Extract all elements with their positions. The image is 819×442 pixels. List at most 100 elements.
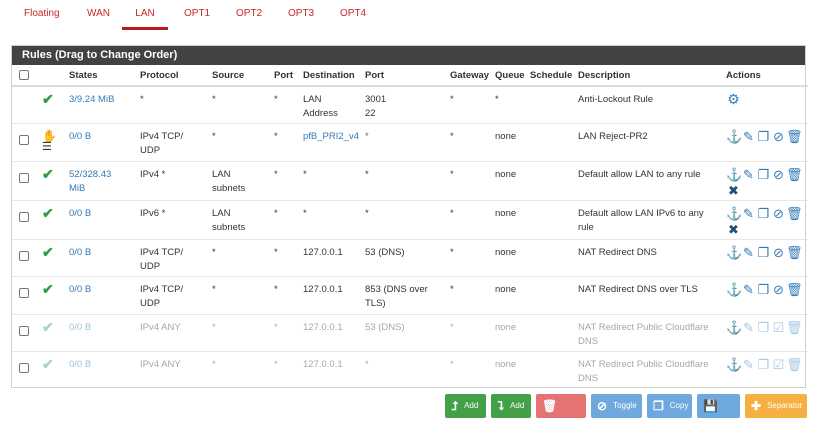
anchor-icon[interactable]: ⚓ [726, 283, 742, 296]
states-link[interactable]: 3/9.24 MiB [69, 94, 114, 105]
disable-icon[interactable]: ⊘ [771, 246, 786, 259]
dest-port-cell: 853 (DNS over TLS) [365, 276, 450, 314]
dest-port-link[interactable]: * [365, 131, 369, 142]
trash-icon[interactable]: 🗑 [786, 207, 803, 220]
save-button[interactable]: 💾Save [697, 394, 740, 434]
trash-icon[interactable]: 🗑 [786, 168, 803, 181]
anchor-icon[interactable]: ⚓ [726, 130, 742, 143]
table-row[interactable]: ✔ 0/0 B IPv4 TCP/ UDP * * 127.0.0.1 53 (… [12, 238, 808, 277]
pencil-icon[interactable]: ✎ [741, 168, 756, 181]
close-icon[interactable]: ✖ [726, 223, 741, 236]
copy-icon[interactable]: ❐ [756, 246, 771, 259]
gear-icon[interactable]: ⚙ [726, 92, 741, 106]
copy-icon[interactable]: ❐ [756, 283, 771, 296]
table-row[interactable]: ✔ 52/328.43 MiB IPv4 * LAN subnets * * *… [12, 160, 808, 200]
trash-icon[interactable]: 🗑 [786, 283, 803, 296]
anchor-icon[interactable]: ⚓ [726, 358, 742, 371]
row-checkbox[interactable] [19, 288, 29, 298]
add-bottom-button[interactable]: ⮧ Add [491, 394, 531, 418]
copy-icon[interactable]: ❐ [756, 321, 771, 334]
tab-opt4[interactable]: OPT4 [338, 0, 368, 30]
col-source[interactable]: Source [212, 65, 274, 87]
disable-icon[interactable]: ⊘ [771, 207, 786, 220]
col-gateway[interactable]: Gateway [450, 65, 495, 87]
states-link[interactable]: 0/0 B [69, 247, 91, 258]
states-link[interactable]: 0/0 B [69, 208, 91, 219]
table-row[interactable]: ✔ 0/0 B IPv6 * LAN subnets * * * * none … [12, 199, 808, 239]
tab-opt1[interactable]: OPT1 [182, 0, 212, 30]
panel-title: Rules (Drag to Change Order) [12, 46, 805, 65]
tab-opt2[interactable]: OPT2 [234, 0, 264, 30]
row-checkbox[interactable] [19, 135, 29, 145]
col-description[interactable]: Description [578, 65, 726, 87]
col-queue[interactable]: Queue [495, 65, 530, 87]
disable-icon[interactable]: ⊘ [771, 283, 786, 296]
pencil-icon[interactable]: ✎ [741, 283, 756, 296]
anchor-icon[interactable]: ⚓ [726, 246, 742, 259]
trash-icon[interactable]: 🗑 [786, 321, 803, 334]
tab-floating[interactable]: Floating [22, 0, 62, 30]
description-cell: NAT Redirect Public Cloudflare DNS [578, 313, 726, 352]
col-dest-port[interactable]: Port [365, 65, 450, 87]
copy-icon[interactable]: ❐ [756, 358, 771, 371]
pencil-icon[interactable]: ✎ [741, 130, 756, 143]
states-link[interactable]: 0/0 B [69, 284, 91, 295]
table-row[interactable]: ✔ 0/0 B IPv4 ANY * * 127.0.0.1 * * none … [12, 351, 808, 389]
tab-wan[interactable]: WAN [85, 0, 112, 30]
col-destination[interactable]: Destination [303, 65, 365, 87]
pencil-icon[interactable]: ✎ [741, 358, 756, 371]
states-link[interactable]: 0/0 B [69, 359, 91, 370]
pencil-icon[interactable]: ✎ [741, 246, 756, 259]
close-icon[interactable]: ✖ [726, 184, 741, 197]
copy-icon[interactable]: ❐ [756, 130, 771, 143]
disable-icon[interactable]: ⊘ [771, 130, 786, 143]
states-link[interactable]: 0/0 B [69, 322, 91, 333]
schedule-cell [530, 238, 578, 277]
table-row[interactable]: ✋ ☰ 0/0 B IPv4 TCP/ UDP * * pfB_PRI2_v4 *… [12, 123, 808, 161]
states-link[interactable]: 52/328.43 MiB [69, 168, 140, 196]
anchor-icon[interactable]: ⚓ [726, 168, 742, 181]
trash-icon[interactable]: 🗑 [786, 358, 803, 371]
col-protocol[interactable]: Protocol [140, 65, 212, 87]
row-checkbox[interactable] [19, 363, 29, 373]
tab-lan[interactable]: LAN [122, 0, 168, 30]
pencil-icon[interactable]: ✎ [741, 207, 756, 220]
dest-port-cell: 3001 22 [365, 85, 450, 124]
col-schedule[interactable]: Schedule [530, 65, 578, 87]
alias-link[interactable]: pfB_PRI2_v4 [303, 131, 359, 142]
add-top-button[interactable]: ⮥ Add [445, 394, 486, 418]
trash-icon[interactable]: 🗑 [786, 246, 803, 259]
gateway-cell: * [450, 276, 495, 314]
enable-icon[interactable]: ☑ [771, 358, 786, 371]
tab-opt3[interactable]: OPT3 [286, 0, 316, 30]
anchor-icon[interactable]: ⚓ [726, 321, 742, 334]
enable-icon[interactable]: ☑ [771, 321, 786, 334]
gateway-cell: * [450, 199, 495, 239]
table-row[interactable]: ✔ 0/0 B IPv4 TCP/ UDP * * 127.0.0.1 853 … [12, 276, 808, 314]
gateway-cell: * [450, 238, 495, 277]
copy-icon[interactable]: ❐ [756, 168, 771, 181]
separator-button[interactable]: ✚ Separator [745, 394, 807, 418]
row-checkbox[interactable] [19, 211, 29, 222]
anchor-icon[interactable]: ⚓ [726, 207, 742, 220]
button-bar: ⮥ Add ⮧ Add 🗑Delete ⊘ Toggle ❐ Copy 💾Save ✚ S… [0, 394, 819, 434]
trash-icon[interactable]: 🗑 [786, 130, 803, 143]
table-row[interactable]: ✔ 0/0 B IPv4 ANY * * 127.0.0.1 53 (DNS) … [12, 313, 808, 352]
row-checkbox[interactable] [19, 325, 29, 336]
copy-icon[interactable]: ❐ [756, 207, 771, 220]
toggle-button[interactable]: ⊘ Toggle [591, 394, 642, 418]
col-states[interactable]: States [69, 65, 140, 87]
source-cell: * [212, 85, 274, 124]
row-checkbox[interactable] [19, 250, 29, 261]
row-checkbox[interactable] [19, 172, 29, 183]
protocol-cell: IPv6 * [140, 199, 212, 239]
delete-button[interactable]: 🗑Delete [536, 394, 586, 434]
copy-button[interactable]: ❐ Copy [647, 394, 692, 418]
table-row[interactable]: ✔ 3/9.24 MiB * * * LAN Address 3001 22 *… [12, 85, 808, 124]
disable-icon[interactable]: ⊘ [771, 168, 786, 181]
select-all-checkbox[interactable] [19, 69, 29, 80]
col-port[interactable]: Port [274, 65, 303, 87]
destination-cell: 127.0.0.1 [303, 313, 365, 352]
pencil-icon[interactable]: ✎ [741, 321, 756, 334]
states-link[interactable]: 0/0 B [69, 131, 91, 142]
